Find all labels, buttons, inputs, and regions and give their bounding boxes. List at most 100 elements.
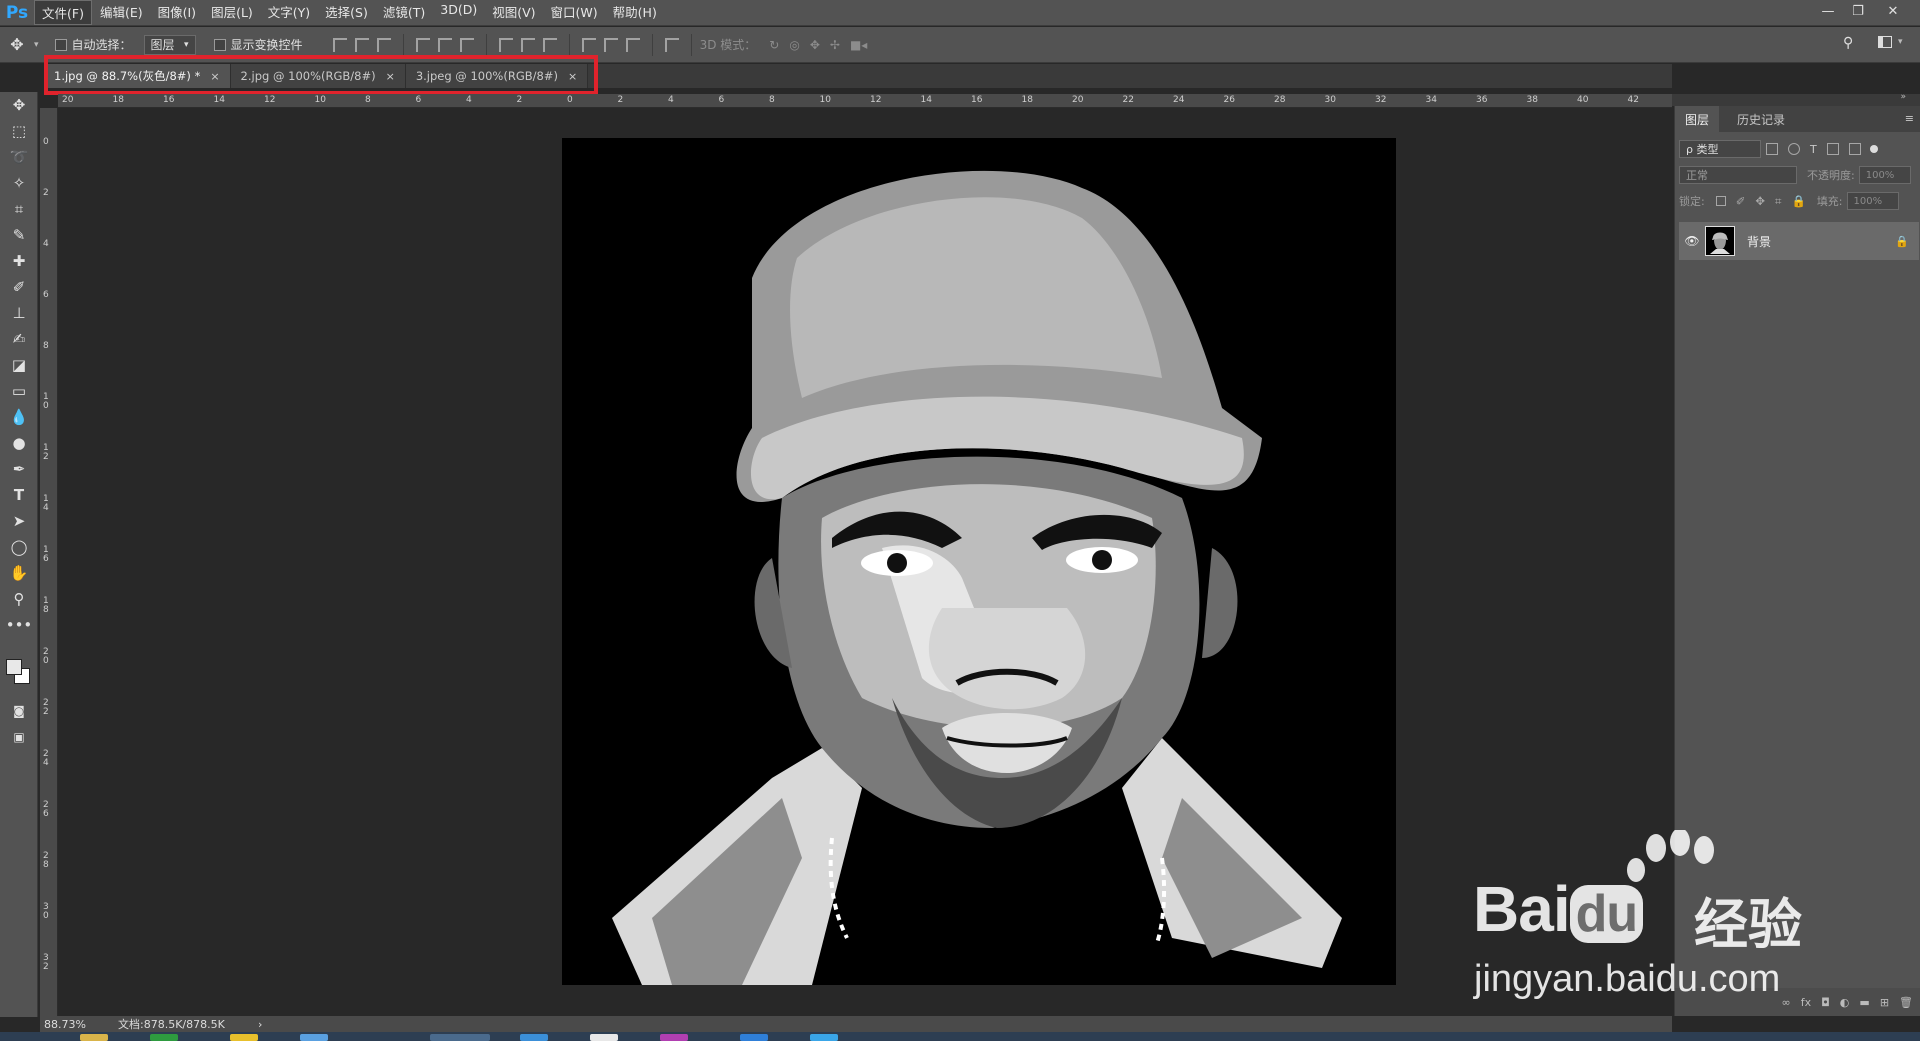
taskbar-photoshop-icon[interactable]	[430, 1034, 490, 1041]
clone-stamp-tool-icon[interactable]: ⊥	[6, 302, 32, 324]
filter-toggle-icon[interactable]	[1869, 145, 1878, 153]
layer-name[interactable]: 背景	[1747, 233, 1895, 250]
3d-roll-icon[interactable]: ◎	[789, 38, 799, 52]
quick-mask-icon[interactable]: ◙	[6, 700, 32, 722]
dodge-tool-icon[interactable]: ●	[6, 432, 32, 454]
marquee-tool-icon[interactable]: ⬚	[6, 120, 32, 142]
screen-mode-icon[interactable]: ▣	[6, 726, 32, 748]
taskbar-app-icon[interactable]	[300, 1034, 328, 1041]
blur-tool-icon[interactable]: 💧	[6, 406, 32, 428]
canvas-area[interactable]	[58, 108, 1672, 1016]
menu-item[interactable]: 选择(S)	[318, 0, 375, 25]
filter-shape-icon[interactable]	[1826, 143, 1839, 155]
tab-layers[interactable]: 图层	[1675, 106, 1720, 132]
opacity-input[interactable]: 100%	[1858, 166, 1911, 184]
zoom-tool-icon[interactable]: ⚲	[6, 588, 32, 610]
lock-position-icon[interactable]: ✥	[1755, 194, 1765, 208]
taskbar-app-icon[interactable]	[150, 1034, 178, 1041]
distribute-left-icon[interactable]	[581, 37, 596, 52]
align-vcenter-icon[interactable]	[354, 37, 369, 52]
distribute-bottom-icon[interactable]	[542, 37, 557, 52]
minimize-button[interactable]: —	[1813, 0, 1843, 22]
gradient-tool-icon[interactable]: ▭	[6, 380, 32, 402]
move-tool-icon[interactable]: ✥	[6, 94, 32, 116]
taskbar-app-icon[interactable]	[520, 1034, 548, 1041]
menu-item[interactable]: 窗口(W)	[544, 0, 605, 25]
crop-tool-icon[interactable]: ⌗	[6, 198, 32, 220]
healing-brush-tool-icon[interactable]: ✚	[6, 250, 32, 272]
auto-align-icon[interactable]	[664, 37, 679, 52]
distribute-right-icon[interactable]	[625, 37, 640, 52]
panel-collapse-bar[interactable]: »	[1672, 92, 1920, 106]
eraser-tool-icon[interactable]: ◪	[6, 354, 32, 376]
document-image[interactable]	[562, 138, 1396, 985]
distribute-vcenter-icon[interactable]	[520, 37, 535, 52]
menu-item[interactable]: 帮助(H)	[606, 0, 664, 25]
menu-item[interactable]: 滤镜(T)	[376, 0, 432, 25]
menu-item[interactable]: 文件(F)	[34, 0, 92, 25]
menu-item[interactable]: 图像(I)	[151, 0, 203, 25]
3d-slide-icon[interactable]: ✢	[830, 38, 840, 52]
chevron-down-icon[interactable]: ▾	[1898, 37, 1903, 47]
lock-paint-icon[interactable]: ✐	[1736, 194, 1746, 208]
close-button[interactable]: ✕	[1878, 0, 1908, 22]
eyedropper-tool-icon[interactable]: ✎	[6, 224, 32, 246]
align-bottom-icon[interactable]	[376, 37, 391, 52]
taskbar-app-icon[interactable]	[810, 1034, 838, 1041]
3d-camera-icon[interactable]: ■◂	[850, 38, 867, 52]
menu-item[interactable]: 编辑(E)	[93, 0, 150, 25]
align-top-icon[interactable]	[332, 37, 347, 52]
path-selection-tool-icon[interactable]: ➤	[6, 510, 32, 532]
foreground-color-swatch[interactable]	[6, 659, 22, 675]
tab-history[interactable]: 历史记录	[1727, 106, 1795, 132]
taskbar-app-icon[interactable]	[590, 1034, 618, 1041]
history-brush-tool-icon[interactable]: ✍	[6, 328, 32, 350]
layer-row-background[interactable]: 👁 背景 🔒	[1679, 222, 1919, 260]
distribute-top-icon[interactable]	[498, 37, 513, 52]
search-icon[interactable]: ⚲	[1843, 35, 1853, 51]
move-tool-icon[interactable]: ✥	[0, 35, 34, 54]
distribute-hcenter-icon[interactable]	[603, 37, 618, 52]
workspace-icon[interactable]	[1878, 36, 1892, 48]
menu-item[interactable]: 图层(L)	[204, 0, 260, 25]
blend-mode-dropdown[interactable]: 正常	[1679, 166, 1797, 184]
align-right-icon[interactable]	[459, 37, 474, 52]
taskbar-explorer-icon[interactable]	[80, 1034, 108, 1041]
3d-rotate-icon[interactable]: ↻	[769, 38, 779, 52]
menu-item[interactable]: 文字(Y)	[261, 0, 317, 25]
menu-item[interactable]: 视图(V)	[485, 0, 542, 25]
hand-tool-icon[interactable]: ✋	[6, 562, 32, 584]
auto-select-target-dropdown[interactable]: 图层 ▾	[143, 34, 196, 55]
filter-adjust-icon[interactable]	[1788, 143, 1800, 155]
eye-icon[interactable]: 👁	[1679, 234, 1705, 248]
lasso-tool-icon[interactable]: ➰	[6, 146, 32, 168]
type-tool-icon[interactable]: T	[6, 484, 32, 506]
layer-filter-dropdown[interactable]: ρ 类型	[1679, 140, 1761, 158]
new-layer-icon[interactable]: ⊞	[1880, 996, 1889, 1009]
more-tools-icon[interactable]: •••	[6, 614, 33, 636]
delete-layer-icon[interactable]: 🗑	[1899, 996, 1913, 1009]
zoom-level[interactable]: 88.73%	[40, 1018, 118, 1031]
lock-transparent-icon[interactable]	[1715, 196, 1726, 206]
taskbar-app-icon[interactable]	[230, 1034, 258, 1041]
fill-input[interactable]: 100%	[1846, 192, 1899, 210]
status-menu-arrow[interactable]: ›	[258, 1018, 262, 1031]
panel-menu-icon[interactable]: ≡	[1905, 112, 1914, 125]
3d-pan-icon[interactable]: ✥	[810, 38, 820, 52]
menu-item[interactable]: 3D(D)	[433, 0, 484, 25]
lock-artboard-icon[interactable]: ⌗	[1775, 194, 1781, 209]
align-left-icon[interactable]	[415, 37, 430, 52]
restore-button[interactable]: ❐	[1843, 0, 1873, 22]
collapse-icon[interactable]: »	[1900, 92, 1906, 102]
pen-tool-icon[interactable]: ✒	[6, 458, 32, 480]
taskbar-app-icon[interactable]	[740, 1034, 768, 1041]
taskbar-app-icon[interactable]	[660, 1034, 688, 1041]
lock-all-icon[interactable]: 🔒	[1791, 194, 1805, 208]
align-hcenter-icon[interactable]	[437, 37, 452, 52]
show-transform-checkbox[interactable]	[213, 38, 226, 51]
ellipse-tool-icon[interactable]: ◯	[6, 536, 32, 558]
filter-pixel-icon[interactable]	[1766, 143, 1778, 155]
filter-type-icon[interactable]: T	[1810, 143, 1817, 156]
auto-select-checkbox[interactable]	[54, 38, 67, 51]
filter-smart-icon[interactable]	[1848, 143, 1861, 155]
